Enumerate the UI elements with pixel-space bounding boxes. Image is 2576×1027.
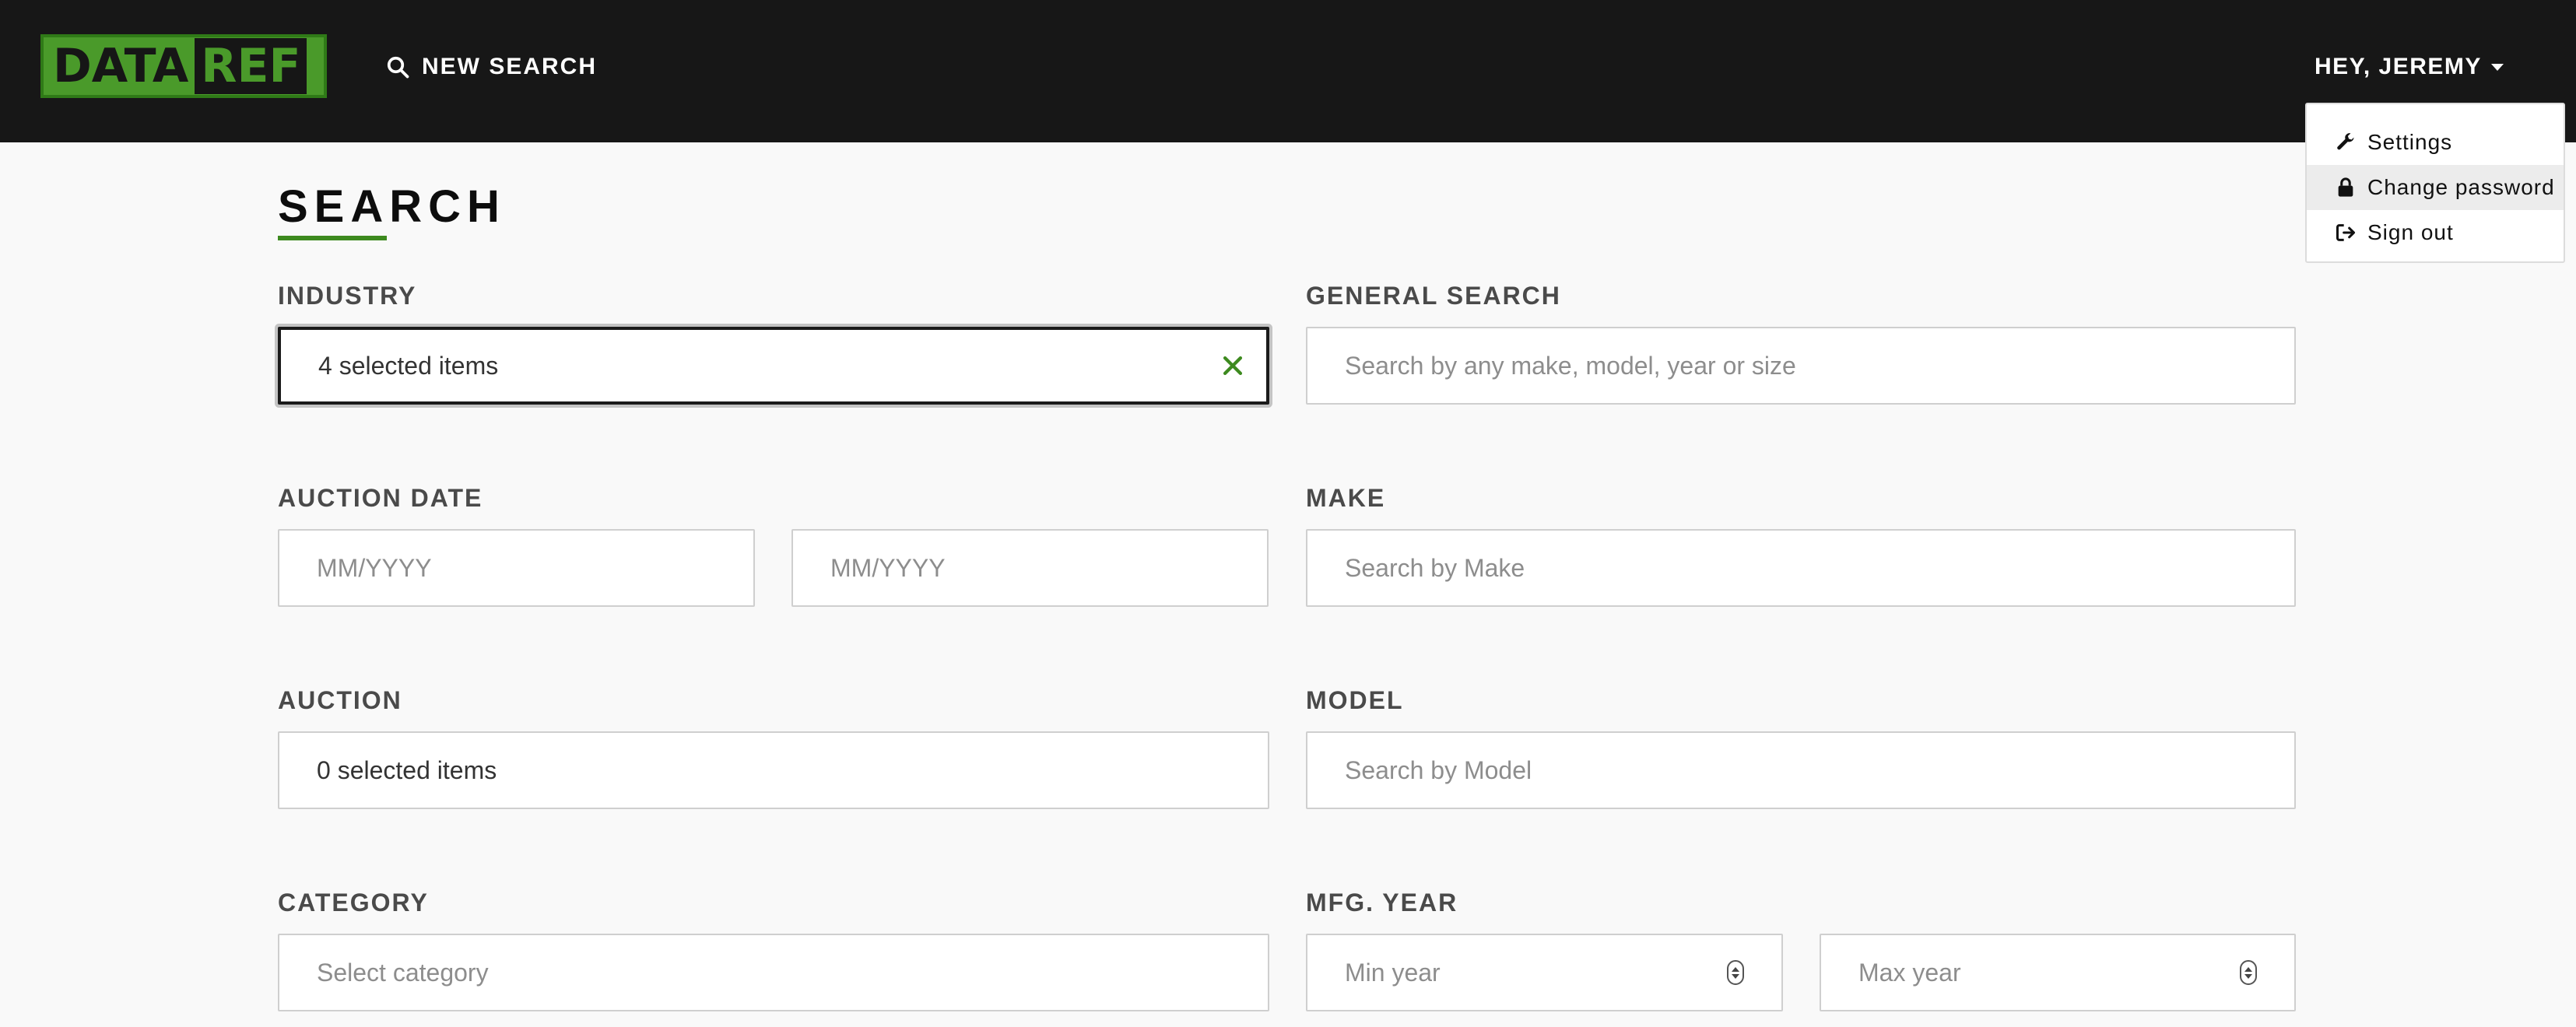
auction-date-to-placeholder: MM/YYYY <box>830 553 946 582</box>
user-menu-toggle[interactable]: HEY, JEREMY <box>2315 50 2504 84</box>
number-spinner-icon[interactable] <box>2240 960 2257 985</box>
auction-date-to-input[interactable]: MM/YYYY <box>791 529 1269 607</box>
auction-label: AUCTION <box>278 686 402 714</box>
category-select[interactable]: Select category <box>278 934 1269 1011</box>
auction-date-from-placeholder: MM/YYYY <box>317 553 432 582</box>
model-label: MODEL <box>1306 686 1404 714</box>
general-search-label: GENERAL SEARCH <box>1306 282 1561 310</box>
make-placeholder: Search by Make <box>1345 553 1525 582</box>
model-input[interactable]: Search by Model <box>1306 731 2296 809</box>
menu-item-sign-out[interactable]: Sign out <box>2307 210 2564 255</box>
max-year-placeholder: Max year <box>1858 958 1961 987</box>
industry-label: INDUSTRY <box>278 282 417 310</box>
industry-select[interactable]: 4 selected items <box>278 327 1269 405</box>
auction-date-from-input[interactable]: MM/YYYY <box>278 529 755 607</box>
caret-down-icon <box>2490 63 2504 71</box>
user-greeting: HEY, JEREMY <box>2315 54 2482 79</box>
page-title: SEARCH <box>278 181 506 232</box>
menu-item-change-password[interactable]: Change password <box>2307 165 2564 210</box>
new-search-link[interactable]: NEW SEARCH <box>386 50 597 84</box>
max-year-input[interactable]: Max year <box>1820 934 2296 1011</box>
lock-icon <box>2338 177 2353 197</box>
min-year-placeholder: Min year <box>1345 958 1441 987</box>
number-spinner-icon[interactable] <box>1727 960 1744 985</box>
category-label: CATEGORY <box>278 889 429 917</box>
general-search-input[interactable]: Search by any make, model, year or size <box>1306 327 2296 405</box>
wrench-icon <box>2337 133 2354 150</box>
make-input[interactable]: Search by Make <box>1306 529 2296 607</box>
make-label: MAKE <box>1306 484 1386 512</box>
general-search-placeholder: Search by any make, model, year or size <box>1345 351 1796 380</box>
title-underline <box>278 236 387 240</box>
logo-text-data: DATA <box>53 39 189 93</box>
auction-select[interactable]: 0 selected items <box>278 731 1269 809</box>
min-year-input[interactable]: Min year <box>1306 934 1783 1011</box>
mfg-year-label: MFG. YEAR <box>1306 889 1458 917</box>
category-placeholder: Select category <box>317 958 489 987</box>
user-dropdown-menu: Settings Change password Sign out <box>2305 103 2565 263</box>
search-icon <box>387 56 409 79</box>
logo-text-ref: REF <box>195 38 307 94</box>
model-placeholder: Search by Model <box>1345 755 1532 784</box>
auction-value: 0 selected items <box>317 755 497 784</box>
dataref-logo[interactable]: DATA REF <box>40 34 327 98</box>
new-search-label: NEW SEARCH <box>422 54 598 79</box>
menu-item-settings[interactable]: Settings <box>2307 120 2564 165</box>
menu-item-label: Change password <box>2367 175 2555 199</box>
menu-item-label: Sign out <box>2367 220 2454 244</box>
industry-value: 4 selected items <box>318 351 499 380</box>
clear-icon[interactable] <box>1220 352 1246 379</box>
menu-item-label: Settings <box>2367 130 2453 154</box>
top-navigation-bar: DATA REF NEW SEARCH HEY, JEREMY <box>0 0 2576 142</box>
sign-out-icon <box>2336 224 2356 241</box>
auction-date-label: AUCTION DATE <box>278 484 483 512</box>
